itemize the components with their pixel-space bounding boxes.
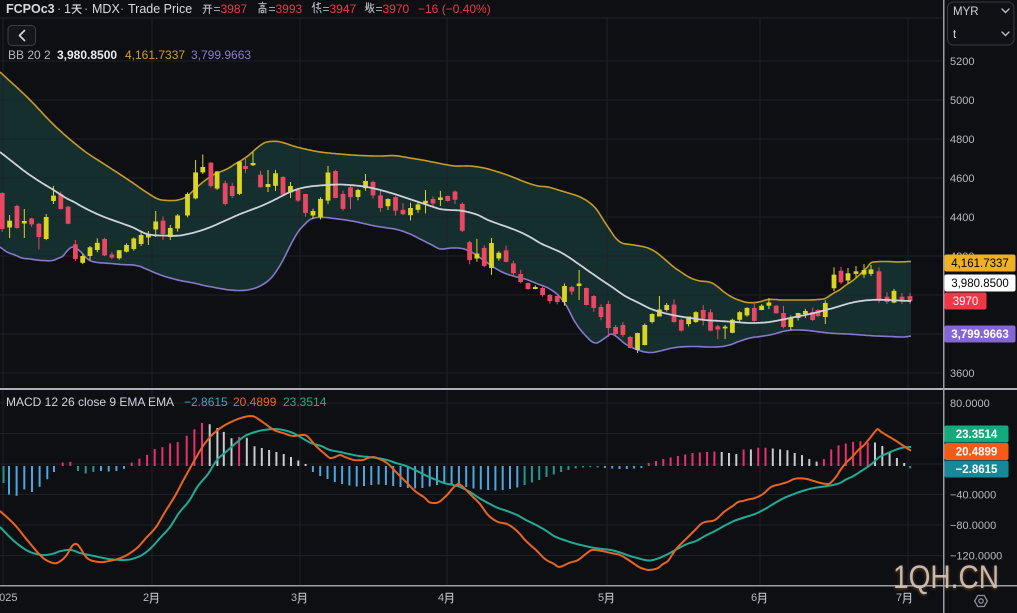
svg-text:=: = (376, 2, 383, 16)
svg-text:MYR: MYR (953, 6, 979, 18)
svg-text:4400: 4400 (950, 212, 974, 224)
svg-text:·: · (120, 2, 124, 16)
svg-text:FCPOc3: FCPOc3 (6, 2, 55, 16)
svg-text:4,161.7337: 4,161.7337 (951, 258, 1009, 270)
svg-text:4800: 4800 (950, 134, 974, 146)
svg-text:−16 (−0.40%): −16 (−0.40%) (418, 2, 491, 16)
svg-text:20.4899: 20.4899 (233, 395, 277, 409)
svg-text:=: = (269, 2, 276, 16)
svg-text:3970: 3970 (383, 2, 410, 16)
svg-text:Trade Price: Trade Price (128, 2, 192, 16)
svg-text:3947: 3947 (330, 2, 357, 16)
svg-text:5000: 5000 (950, 95, 974, 107)
svg-text:23.3514: 23.3514 (956, 429, 998, 441)
svg-text:4: 4 (438, 592, 444, 604)
svg-text:·: · (84, 2, 88, 16)
svg-text:3987: 3987 (221, 2, 248, 16)
svg-text:2025: 2025 (0, 592, 17, 604)
svg-text:−80.0000: −80.0000 (950, 520, 996, 532)
svg-text:−2.8615: −2.8615 (184, 395, 228, 409)
svg-text:3,799.9663: 3,799.9663 (191, 48, 251, 62)
svg-text:MDX: MDX (92, 2, 120, 16)
svg-text:3970: 3970 (953, 296, 979, 308)
svg-text:=: = (214, 2, 221, 16)
svg-text:6: 6 (751, 592, 757, 604)
svg-text:3993: 3993 (276, 2, 303, 16)
svg-text:−40.0000: −40.0000 (950, 490, 996, 502)
svg-text:2: 2 (143, 592, 149, 604)
svg-text:BB 20 2: BB 20 2 (8, 48, 51, 62)
svg-text:3,799.9663: 3,799.9663 (951, 329, 1009, 341)
svg-text:4,161.7337: 4,161.7337 (125, 48, 185, 62)
svg-text:5: 5 (598, 592, 604, 604)
svg-text:23.3514: 23.3514 (283, 395, 327, 409)
svg-text:5200: 5200 (950, 56, 974, 68)
svg-text:1QH.CN: 1QH.CN (893, 559, 999, 595)
svg-text:−2.8615: −2.8615 (956, 464, 998, 476)
svg-text:4600: 4600 (950, 173, 974, 185)
svg-text:3,980.8500: 3,980.8500 (57, 48, 117, 62)
svg-text:3: 3 (291, 592, 297, 604)
svg-text:20.4899: 20.4899 (956, 447, 998, 459)
svg-text:1: 1 (64, 2, 71, 16)
svg-text:MACD 12 26 close 9 EMA EMA: MACD 12 26 close 9 EMA EMA (6, 395, 174, 409)
svg-text:80.0000: 80.0000 (950, 398, 990, 410)
svg-text:3600: 3600 (950, 368, 974, 380)
svg-text:=: = (323, 2, 330, 16)
svg-text:3,980.8500: 3,980.8500 (951, 278, 1009, 290)
svg-text:·: · (57, 2, 61, 16)
